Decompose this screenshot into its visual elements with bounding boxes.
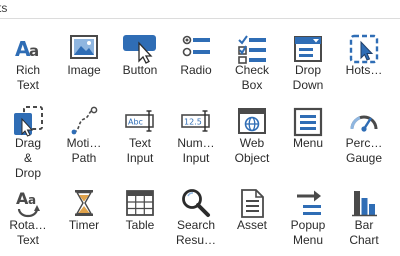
motion-path-icon (68, 105, 100, 137)
gauge-icon (348, 105, 380, 137)
svg-text:12.5: 12.5 (184, 118, 202, 127)
tool-label: Drop Down (292, 63, 324, 92)
tool-asset[interactable]: Asset (224, 181, 280, 251)
tool-bar-chart[interactable]: Bar Chart (336, 181, 392, 251)
tool-label: Check Box (234, 63, 269, 92)
numeric-input-icon: 12.5 (180, 105, 212, 137)
tool-label: Bar Chart (349, 218, 379, 247)
tool-label: Table (125, 218, 155, 232)
svg-text:a: a (29, 42, 39, 60)
tool-label: Image (67, 63, 101, 77)
tool-label: Radio (180, 63, 212, 77)
tool-numeric-input[interactable]: 12.5 Num… Input (168, 99, 224, 169)
tool-label: Rota… Text (9, 218, 47, 247)
panel-header: ts (0, 0, 400, 19)
document-icon (236, 187, 268, 219)
tool-label: Rich Text (15, 63, 40, 92)
tool-search-results[interactable]: Search Resu… (168, 181, 224, 251)
tool-popup-menu[interactable]: Popup Menu (280, 181, 336, 251)
tool-label: Text Input (126, 136, 154, 165)
tool-button[interactable]: Button (112, 26, 168, 96)
hourglass-icon (68, 187, 100, 219)
drag-drop-icon (12, 105, 44, 137)
tool-drop-down[interactable]: Drop Down (280, 26, 336, 96)
tool-palette: A a Rich Text Image Button Radio Check B… (0, 26, 400, 256)
rotate-text-icon: A a (12, 187, 44, 219)
tool-check-box[interactable]: Check Box (224, 26, 280, 96)
tool-web-object[interactable]: Web Object (224, 99, 280, 169)
button-icon (122, 32, 158, 64)
radio-icon (180, 32, 212, 64)
tool-label: Menu (292, 136, 324, 150)
tool-label: Moti… Path (66, 136, 102, 165)
tool-label: Search Resu… (175, 218, 216, 247)
tool-drag-drop[interactable]: Drag & Drop (0, 99, 56, 180)
tool-percent-gauge[interactable]: Perc… Gauge (336, 99, 392, 169)
table-icon (124, 187, 156, 219)
tool-rich-text[interactable]: A a Rich Text (0, 26, 56, 96)
tool-label: Web Object (234, 136, 270, 165)
svg-text:a: a (28, 193, 36, 207)
drop-down-icon (292, 32, 324, 64)
svg-text:Abc: Abc (128, 118, 143, 127)
tool-label: Drag & Drop (14, 136, 41, 180)
tool-hotspot[interactable]: Hots… (336, 26, 392, 96)
panel-title: ts (0, 1, 8, 15)
check-box-icon (236, 32, 268, 64)
tool-timer[interactable]: Timer (56, 181, 112, 251)
tool-image[interactable]: Image (56, 26, 112, 96)
tool-label: Asset (236, 218, 267, 232)
tool-motion-path[interactable]: Moti… Path (56, 99, 112, 169)
search-icon (180, 187, 212, 219)
image-icon (68, 32, 100, 64)
tool-label: Perc… Gauge (345, 136, 383, 165)
tool-text-input[interactable]: Abc Text Input (112, 99, 168, 169)
bar-chart-icon (348, 187, 380, 219)
popup-menu-icon (292, 187, 324, 219)
text-input-icon: Abc (124, 105, 156, 137)
rich-text-icon: A a (12, 32, 44, 64)
tool-radio[interactable]: Radio (168, 26, 224, 96)
tool-label: Hots… (345, 63, 383, 77)
tool-rotate-text[interactable]: A a Rota… Text (0, 181, 56, 251)
tool-menu[interactable]: Menu (280, 99, 336, 169)
tool-label: Button (122, 63, 158, 77)
tool-label: Num… Input (177, 136, 215, 165)
tool-label: Timer (68, 218, 100, 232)
menu-icon (292, 105, 324, 137)
tool-table[interactable]: Table (112, 181, 168, 251)
hotspot-icon (348, 32, 380, 64)
tool-label: Popup Menu (290, 218, 326, 247)
web-object-icon (236, 105, 268, 137)
